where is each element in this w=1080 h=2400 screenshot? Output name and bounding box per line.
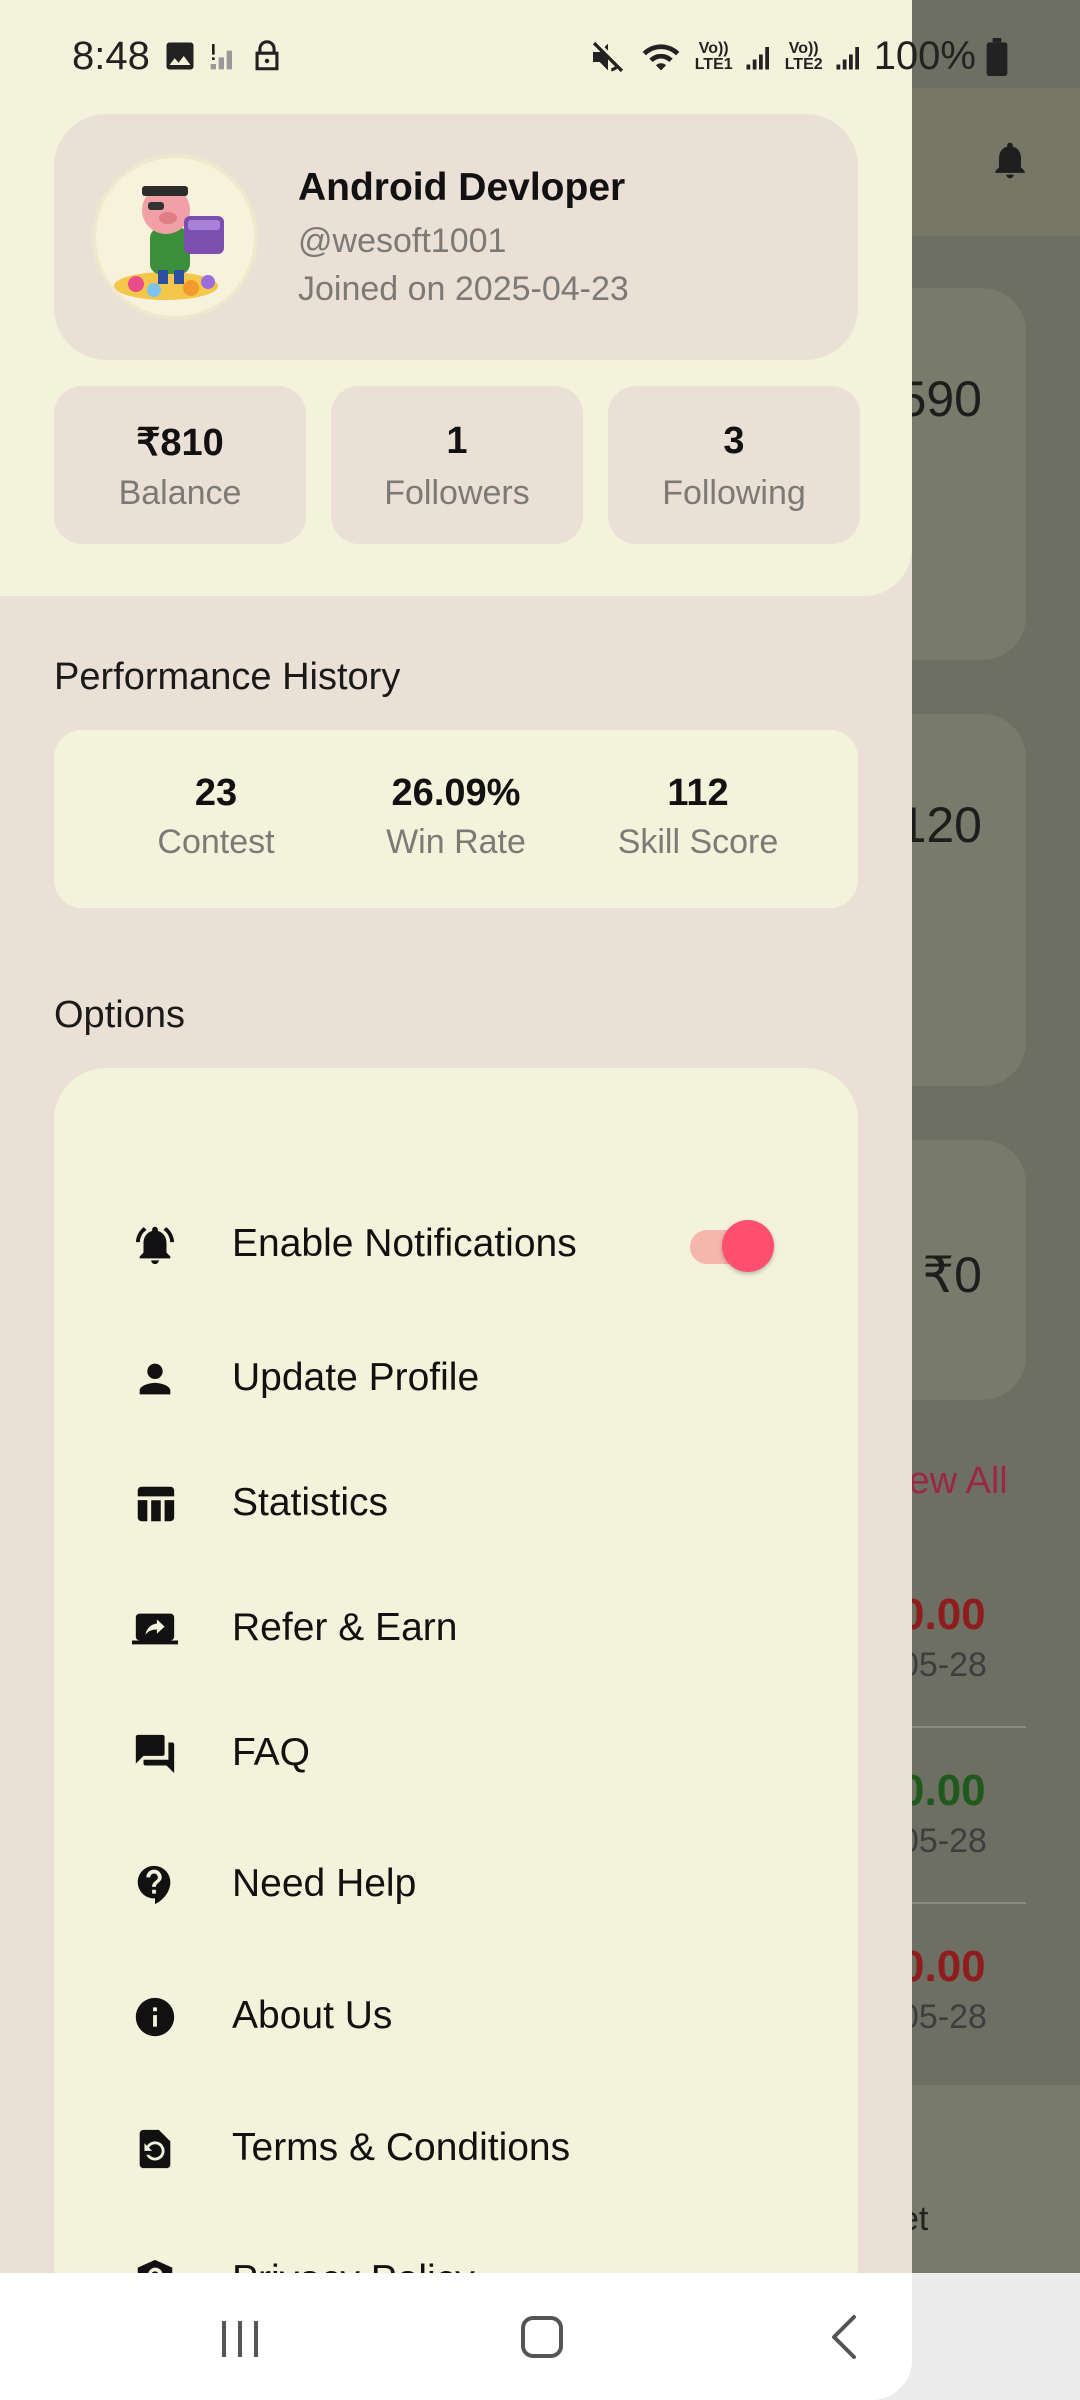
following-value: 3	[723, 420, 745, 462]
transaction-row: 0.00 05-28	[900, 1766, 1026, 1861]
person-icon	[139, 1363, 171, 1395]
profile-card[interactable]: Android Devloper @wesoft1001 Joined on 2…	[54, 114, 858, 360]
contest-label: Contest	[157, 823, 275, 861]
menu-label: Statistics	[232, 1481, 389, 1524]
transaction-amount: 0.00	[900, 1766, 986, 1815]
menu-label: Refer & Earn	[232, 1606, 458, 1649]
profile-name: Android Devloper	[298, 166, 626, 209]
menu-item-about-us[interactable]: About Us	[54, 1962, 858, 2072]
contest-stat: 23 Contest	[86, 730, 346, 862]
followers-label: Followers	[384, 474, 530, 512]
menu-item-need-help[interactable]: Need Help	[54, 1830, 858, 1940]
profile-handle: @wesoft1001	[298, 222, 507, 260]
system-navigation-bar	[0, 2273, 1080, 2400]
followers-value: 1	[446, 420, 468, 462]
menu-label: Need Help	[232, 1862, 417, 1905]
back-icon[interactable]	[816, 2309, 876, 2365]
transaction-amount: 0.00	[900, 1590, 986, 1639]
menu-label: Update Profile	[232, 1356, 480, 1399]
notifications-toggle[interactable]	[690, 1220, 774, 1272]
transaction-row: 0.00 05-28	[900, 1942, 1026, 2037]
profile-joined-date: Joined on 2025-04-23	[298, 270, 629, 308]
options-title: Options	[54, 994, 185, 1036]
sim1-label: Vo)) LTE1	[694, 39, 733, 73]
bell-ring-icon	[135, 1226, 175, 1265]
menu-label: FAQ	[232, 1731, 311, 1774]
balance-value: ₹810	[136, 422, 224, 464]
battery-icon	[986, 37, 1008, 76]
view-all-link[interactable]: iew All	[900, 1460, 1008, 1503]
divider	[900, 1726, 1026, 1728]
help-icon	[137, 1865, 171, 1905]
navigation-bar-background	[0, 2273, 912, 2400]
table-icon	[137, 1486, 175, 1522]
options-card: Enable Notifications Update Profile Stat…	[54, 1068, 858, 2303]
skill-score-value: 112	[667, 772, 729, 814]
transaction-amount: 0.00	[900, 1942, 986, 1991]
signal-icon	[836, 46, 859, 69]
menu-item-statistics[interactable]: Statistics	[54, 1449, 858, 1559]
status-icons-left	[162, 38, 284, 74]
document-refresh-icon	[139, 2129, 171, 2169]
transaction-date: 05-28	[900, 1646, 987, 1684]
menu-item-terms-conditions[interactable]: Terms & Conditions	[54, 2094, 858, 2204]
mute-icon	[592, 41, 623, 72]
contest-value: 23	[194, 772, 238, 814]
signal-icon	[746, 46, 769, 69]
skill-score-stat: 112 Skill Score	[568, 730, 828, 862]
menu-label: About Us	[232, 1994, 393, 2037]
menu-item-enable-notifications[interactable]: Enable Notifications	[54, 1190, 858, 1300]
menu-label: Enable Notifications	[232, 1222, 577, 1265]
info-icon	[135, 1997, 175, 2037]
toggle-thumb	[722, 1220, 774, 1272]
status-bar: 8:48 Vo)) LTE1 Vo)) LTE2 100%	[0, 0, 1080, 88]
win-rate-value: 26.09%	[391, 772, 521, 814]
following-label: Following	[662, 474, 806, 512]
navigation-drawer: Android Devloper @wesoft1001 Joined on 2…	[0, 0, 912, 2303]
no-signal-icon	[210, 44, 232, 70]
skill-score-label: Skill Score	[617, 823, 779, 861]
avatar[interactable]	[92, 154, 258, 320]
notification-bell-icon[interactable]	[988, 136, 1032, 184]
balance-label: Balance	[118, 474, 242, 512]
menu-item-update-profile[interactable]: Update Profile	[54, 1324, 858, 1434]
performance-history-title: Performance History	[54, 656, 401, 698]
status-time: 8:48	[72, 34, 150, 78]
sim2-label: Vo)) LTE2	[784, 39, 823, 73]
wifi-icon	[642, 43, 680, 70]
recent-apps-icon[interactable]	[210, 2309, 270, 2365]
transaction-row: 0.00 05-28	[900, 1590, 1026, 1685]
win-rate-stat: 26.09% Win Rate	[326, 730, 586, 862]
background-card-value: ₹0	[922, 1247, 982, 1303]
divider	[900, 1902, 1026, 1904]
image-icon	[166, 42, 194, 70]
menu-item-faq[interactable]: FAQ	[54, 1699, 858, 1809]
menu-item-refer-earn[interactable]: Refer & Earn	[54, 1574, 858, 1684]
transaction-date: 05-28	[900, 1998, 987, 2036]
status-icons-right: Vo)) LTE1 Vo)) LTE2 100%	[588, 34, 1008, 79]
forum-icon	[135, 1734, 175, 1774]
menu-label: Terms & Conditions	[232, 2126, 571, 2169]
performance-card: 23 Contest 26.09% Win Rate 112 Skill Sco…	[54, 730, 858, 908]
balance-stat[interactable]: ₹810 Balance	[54, 386, 306, 544]
pig-mascot-icon	[96, 158, 254, 316]
battery-percent: 100%	[873, 34, 976, 78]
win-rate-label: Win Rate	[386, 823, 526, 861]
laptop-share-icon	[132, 1613, 178, 1645]
lock-icon	[255, 40, 279, 71]
home-icon[interactable]	[512, 2309, 572, 2365]
transaction-date: 05-28	[900, 1822, 987, 1860]
following-stat[interactable]: 3 Following	[608, 386, 860, 544]
followers-stat[interactable]: 1 Followers	[331, 386, 583, 544]
